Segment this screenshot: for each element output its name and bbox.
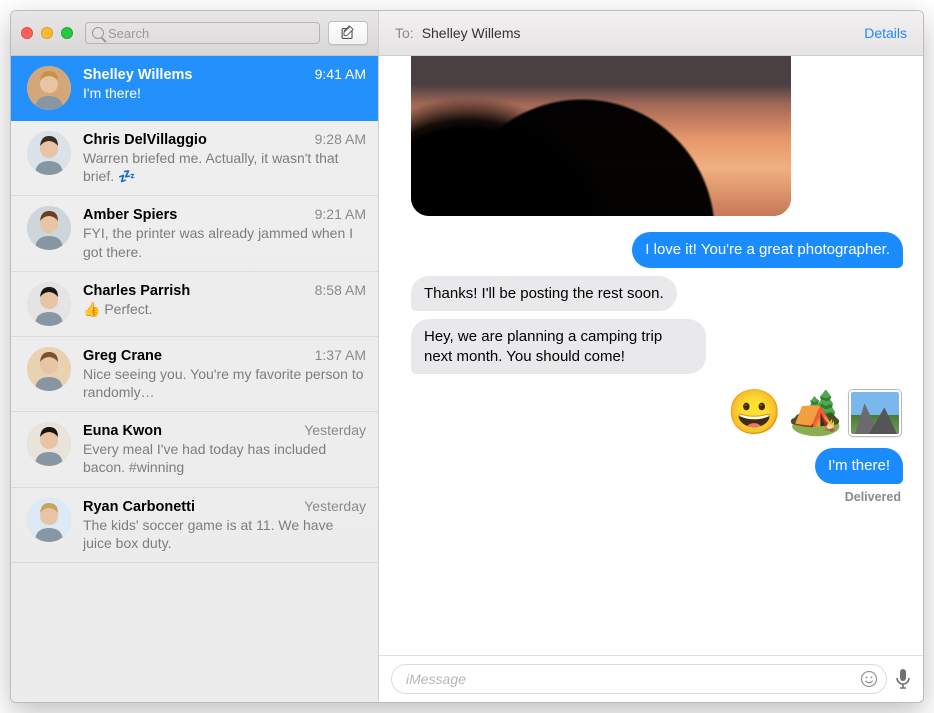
image-attachment[interactable] bbox=[411, 56, 791, 216]
microphone-button[interactable] bbox=[895, 668, 911, 690]
message-thread: I love it! You're a great photographer. … bbox=[379, 56, 923, 655]
conversation-item[interactable]: Greg Crane 1:37 AM Nice seeing you. You'… bbox=[11, 337, 378, 412]
emoji-picker-button[interactable] bbox=[859, 669, 879, 689]
compose-button[interactable] bbox=[328, 21, 368, 45]
conversation-name: Amber Spiers bbox=[83, 207, 177, 223]
camping-emoji: 🏕️ bbox=[788, 391, 843, 435]
conversation-name: Euna Kwon bbox=[83, 423, 162, 439]
conversation-item[interactable]: Amber Spiers 9:21 AM FYI, the printer wa… bbox=[11, 196, 378, 271]
avatar bbox=[27, 206, 71, 250]
conversation-name: Shelley Willems bbox=[83, 67, 192, 83]
search-input[interactable] bbox=[108, 26, 313, 41]
conversation-preview: Warren briefed me. Actually, it wasn't t… bbox=[83, 149, 366, 185]
conversation-time: Yesterday bbox=[304, 498, 366, 514]
recipient-name[interactable]: Shelley Willems bbox=[422, 25, 865, 41]
close-window-button[interactable] bbox=[21, 27, 33, 39]
conversation-preview: The kids' soccer game is at 11. We have … bbox=[83, 516, 366, 552]
conversation-preview: 👍 Perfect. bbox=[83, 300, 366, 318]
compose-icon bbox=[340, 25, 357, 42]
avatar bbox=[27, 347, 71, 391]
conversation-item[interactable]: Charles Parrish 8:58 AM 👍 Perfect. bbox=[11, 272, 378, 337]
delivery-status: Delivered bbox=[395, 490, 907, 504]
conversation-preview: Nice seeing you. You're my favorite pers… bbox=[83, 365, 366, 401]
conversation-time: 9:28 AM bbox=[315, 131, 366, 147]
details-link[interactable]: Details bbox=[864, 25, 907, 41]
conversation-name: Ryan Carbonetti bbox=[83, 499, 195, 515]
conversation-header: To: Shelley Willems Details bbox=[379, 11, 923, 56]
sidebar-header bbox=[11, 11, 378, 56]
avatar bbox=[27, 131, 71, 175]
conversation-pane: To: Shelley Willems Details I love it! Y… bbox=[379, 11, 923, 702]
avatar bbox=[27, 422, 71, 466]
sunset-photo bbox=[411, 56, 791, 216]
avatar bbox=[27, 498, 71, 542]
conversation-item[interactable]: Shelley Willems 9:41 AM I'm there! bbox=[11, 56, 378, 121]
conversation-name: Greg Crane bbox=[83, 348, 162, 364]
messages-window: Shelley Willems 9:41 AM I'm there! Chris… bbox=[10, 10, 924, 703]
grinning-face-emoji: 😀 bbox=[727, 391, 782, 435]
conversation-name: Charles Parrish bbox=[83, 283, 190, 299]
conversation-time: 9:21 AM bbox=[315, 206, 366, 222]
incoming-message[interactable]: Hey, we are planning a camping trip next… bbox=[411, 319, 706, 374]
conversation-item[interactable]: Ryan Carbonetti Yesterday The kids' socc… bbox=[11, 488, 378, 563]
outgoing-emoji-row[interactable]: 😀 🏕️ bbox=[395, 390, 901, 436]
conversation-preview: I'm there! bbox=[83, 84, 366, 102]
search-icon bbox=[92, 27, 104, 39]
maximize-window-button[interactable] bbox=[61, 27, 73, 39]
conversation-preview: Every meal I've had today has included b… bbox=[83, 440, 366, 476]
outgoing-message[interactable]: I love it! You're a great photographer. bbox=[632, 232, 903, 268]
to-label: To: bbox=[395, 25, 414, 41]
conversation-time: 9:41 AM bbox=[315, 66, 366, 82]
conversation-item[interactable]: Chris DelVillaggio 9:28 AM Warren briefe… bbox=[11, 121, 378, 196]
landscape-photo-icon bbox=[849, 390, 901, 436]
avatar bbox=[27, 282, 71, 326]
window-controls bbox=[21, 27, 73, 39]
conversation-list[interactable]: Shelley Willems 9:41 AM I'm there! Chris… bbox=[11, 56, 378, 702]
minimize-window-button[interactable] bbox=[41, 27, 53, 39]
message-input-bar bbox=[379, 655, 923, 702]
avatar bbox=[27, 66, 71, 110]
sidebar: Shelley Willems 9:41 AM I'm there! Chris… bbox=[11, 11, 379, 702]
message-input[interactable] bbox=[391, 664, 887, 694]
conversation-item[interactable]: Euna Kwon Yesterday Every meal I've had … bbox=[11, 412, 378, 487]
conversation-time: 1:37 AM bbox=[315, 347, 366, 363]
conversation-time: Yesterday bbox=[304, 422, 366, 438]
search-field[interactable] bbox=[85, 22, 320, 44]
outgoing-message[interactable]: I'm there! bbox=[815, 448, 903, 484]
conversation-time: 8:58 AM bbox=[315, 282, 366, 298]
incoming-message[interactable]: Thanks! I'll be posting the rest soon. bbox=[411, 276, 677, 312]
conversation-name: Chris DelVillaggio bbox=[83, 132, 207, 148]
conversation-preview: FYI, the printer was already jammed when… bbox=[83, 224, 366, 260]
